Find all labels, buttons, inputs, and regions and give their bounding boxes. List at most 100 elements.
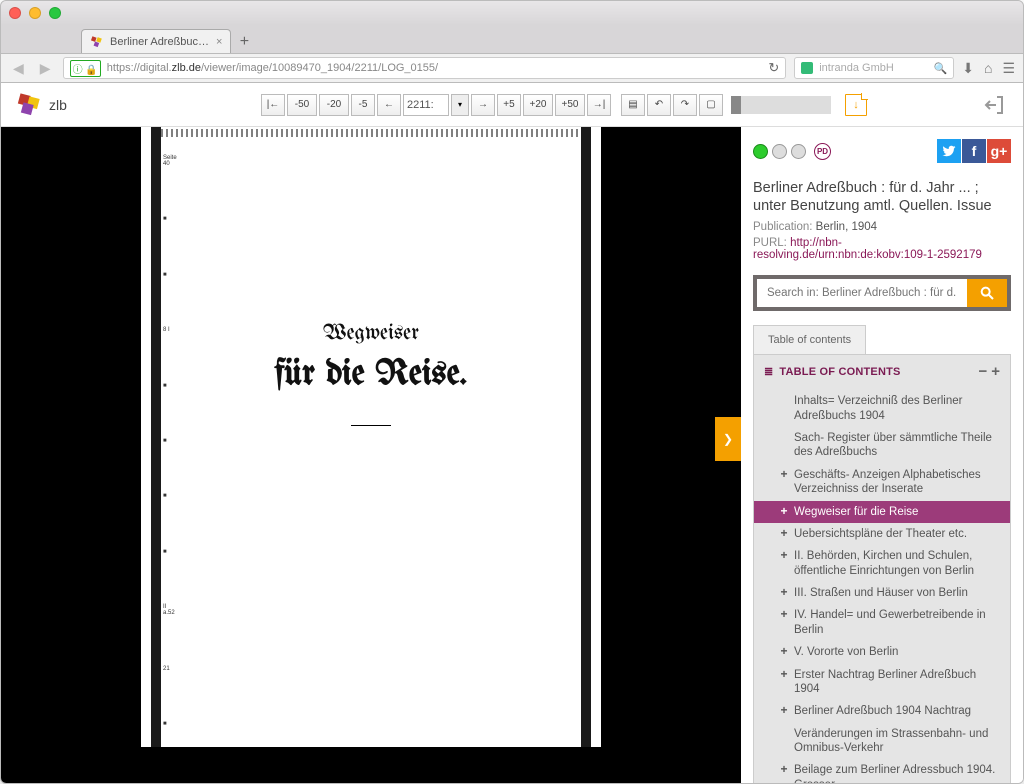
toc-item[interactable]: Inhalts= Verzeichniß des Berliner Adreßb… (754, 390, 1010, 427)
reload-button[interactable]: ↻ (768, 60, 779, 76)
toc-expand-icon[interactable]: + (780, 527, 788, 540)
url-input[interactable]: ⓘ 🔒 https://digital.zlb.de/viewer/image/… (63, 57, 787, 79)
toc-item-label: III. Straßen und Häuser von Berlin (794, 586, 968, 600)
search-engine-icon (801, 62, 813, 74)
view-mode-button[interactable]: ▤ (621, 94, 645, 116)
toc-expand-icon[interactable]: + (780, 704, 788, 717)
prev-page-button[interactable]: ← (377, 94, 401, 116)
status-gray-icon-2[interactable] (791, 144, 806, 159)
toc-item-label: Erster Nachtrag Berliner Adreßbuch 1904 (794, 668, 1000, 697)
toc-expand-icon[interactable]: + (780, 645, 788, 658)
status-row: PD f g+ (753, 139, 1011, 163)
last-page-button[interactable]: →| (587, 94, 611, 116)
toc-collapse-all-button[interactable]: − (978, 363, 987, 380)
toc-expand-icon[interactable]: + (780, 505, 788, 518)
toc-expand-icon[interactable]: + (780, 668, 788, 681)
back-20-button[interactable]: -20 (319, 94, 349, 116)
rotate-left-button[interactable]: ↶ (647, 94, 671, 116)
status-gray-icon-1[interactable] (772, 144, 787, 159)
publication-value: Berlin, 1904 (816, 221, 877, 233)
menu-button[interactable]: ☰ (1002, 60, 1015, 77)
toc-title: TABLE OF CONTENTS (779, 366, 900, 378)
toc-item-label: Sach- Register über sämmtliche Theile de… (794, 431, 1000, 460)
close-window-button[interactable] (9, 7, 21, 19)
toc-item[interactable]: + Beilage zum Berliner Adressbuch 1904. G… (754, 759, 1010, 784)
toc-item[interactable]: + Geschäfts- Anzeigen Alphabetisches Verz… (754, 464, 1010, 501)
public-domain-badge[interactable]: PD (814, 143, 831, 160)
toc-item[interactable]: + Erster Nachtrag Berliner Adreßbuch 1904 (754, 664, 1010, 701)
minimize-window-button[interactable] (29, 7, 41, 19)
toc-item[interactable]: + IV. Handel= und Gewerbetreibende in Ber… (754, 604, 1010, 641)
nav-back-button[interactable]: ◀ (9, 60, 28, 77)
exit-button[interactable] (981, 91, 1009, 119)
toc-item-label: Veränderungen im Strassenbahn- und Omnib… (794, 727, 1000, 756)
social-buttons: f g+ (937, 139, 1011, 163)
toc-expand-icon[interactable]: + (780, 763, 788, 776)
search-placeholder-text: intranda GmbH (819, 62, 894, 74)
toc-item[interactable]: +Berliner Adreßbuch 1904 Nachtrag (754, 700, 1010, 722)
toc-item-label: Beilage zum Berliner Adressbuch 1904. Gr… (794, 763, 1000, 784)
download-pdf-button[interactable]: ↓ (845, 94, 867, 116)
toc-expand-icon[interactable]: + (780, 549, 788, 562)
toc-item-label: V. Vororte von Berlin (794, 645, 898, 659)
sidebar: PD f g+ Berliner Adreßbuch : für d. Jahr… (741, 127, 1023, 784)
browser-tab[interactable]: Berliner Adreßbuch : für d. Ja… × (81, 29, 231, 53)
download-button[interactable]: ⬇ (962, 60, 974, 77)
toc-expand-icon[interactable]: + (780, 608, 788, 621)
site-logo[interactable]: zlb (13, 90, 67, 120)
browser-search-input[interactable]: intranda GmbH 🔍 (794, 57, 954, 79)
toc-expand-icon[interactable]: + (780, 468, 788, 481)
toc-item[interactable]: +Wegweiser für die Reise (754, 501, 1010, 523)
tab-title: Berliner Adreßbuch : für d. Ja… (110, 36, 210, 48)
maximize-window-button[interactable] (49, 7, 61, 19)
record-search-input[interactable] (757, 279, 967, 307)
expand-sidebar-tab[interactable]: ❯ (715, 417, 741, 461)
fwd-5-button[interactable]: +5 (497, 94, 521, 116)
toc-item[interactable]: +Uebersichtspläne der Theater etc. (754, 523, 1010, 545)
page-dropdown-button[interactable]: ▾ (451, 94, 469, 116)
window-titlebar (1, 1, 1023, 25)
toc-item[interactable]: Sach- Register über sämmtliche Theile de… (754, 427, 1010, 464)
page-number-input[interactable] (403, 94, 449, 116)
browser-window: Berliner Adreßbuch : für d. Ja… × + ◀ ▶ … (0, 0, 1024, 784)
fullscreen-button[interactable]: ▢ (699, 94, 723, 116)
toc-item[interactable]: +II. Behörden, Kirchen und Schulen, öffe… (754, 545, 1010, 582)
toc-item-label: Geschäfts- Anzeigen Alphabetisches Verze… (794, 468, 1000, 497)
zoom-handle[interactable] (731, 96, 741, 114)
fwd-20-button[interactable]: +20 (523, 94, 553, 116)
purl-label: PURL: (753, 237, 787, 249)
purl-link[interactable]: http://nbn-resolving.de/urn:nbn:de:kobv:… (753, 237, 982, 261)
rotate-right-button[interactable]: ↷ (673, 94, 697, 116)
status-lights: PD (753, 143, 831, 160)
purl-line: PURL: http://nbn-resolving.de/urn:nbn:de… (753, 237, 1011, 261)
twitter-button[interactable] (937, 139, 961, 163)
toc-expand-icon[interactable]: + (780, 586, 788, 599)
nav-forward-button[interactable]: ▶ (36, 60, 55, 77)
image-viewer[interactable]: Seite40■■8 I■■■■II a.5221■ Wegweiser für… (1, 127, 741, 784)
record-search-button[interactable] (967, 279, 1007, 307)
new-tab-button[interactable]: + (231, 31, 257, 53)
toc-item[interactable]: Veränderungen im Strassenbahn- und Omnib… (754, 723, 1010, 760)
toc-icon: ≣ (764, 365, 773, 378)
publication-line: Publication: Berlin, 1904 (753, 221, 1011, 233)
facebook-button[interactable]: f (962, 139, 986, 163)
back-50-button[interactable]: -50 (287, 94, 317, 116)
tab-close-button[interactable]: × (216, 36, 222, 48)
first-page-button[interactable]: |← (261, 94, 285, 116)
page-edge-left (151, 127, 161, 747)
home-button[interactable]: ⌂ (984, 60, 992, 77)
next-page-button[interactable]: → (471, 94, 495, 116)
page-toolbar: |← -50 -20 -5 ← ▾ → +5 +20 +50 →| ▤ ↶ ↷ … (261, 83, 867, 127)
back-5-button[interactable]: -5 (351, 94, 375, 116)
fwd-50-button[interactable]: +50 (555, 94, 585, 116)
toc-item[interactable]: + V. Vororte von Berlin (754, 641, 1010, 663)
toc-expand-all-button[interactable]: + (991, 363, 1000, 380)
viewer-app: zlb |← -50 -20 -5 ← ▾ → +5 +20 +50 →| ▤ … (1, 83, 1023, 784)
status-green-icon[interactable] (753, 144, 768, 159)
zoom-slider[interactable] (731, 96, 831, 114)
toc-item-label: IV. Handel= und Gewerbetreibende in Berl… (794, 608, 1000, 637)
content-area: Seite40■■8 I■■■■II a.5221■ Wegweiser für… (1, 127, 1023, 784)
toc-tab[interactable]: Table of contents (753, 325, 866, 354)
googleplus-button[interactable]: g+ (987, 139, 1011, 163)
toc-item[interactable]: + III. Straßen und Häuser von Berlin (754, 582, 1010, 604)
